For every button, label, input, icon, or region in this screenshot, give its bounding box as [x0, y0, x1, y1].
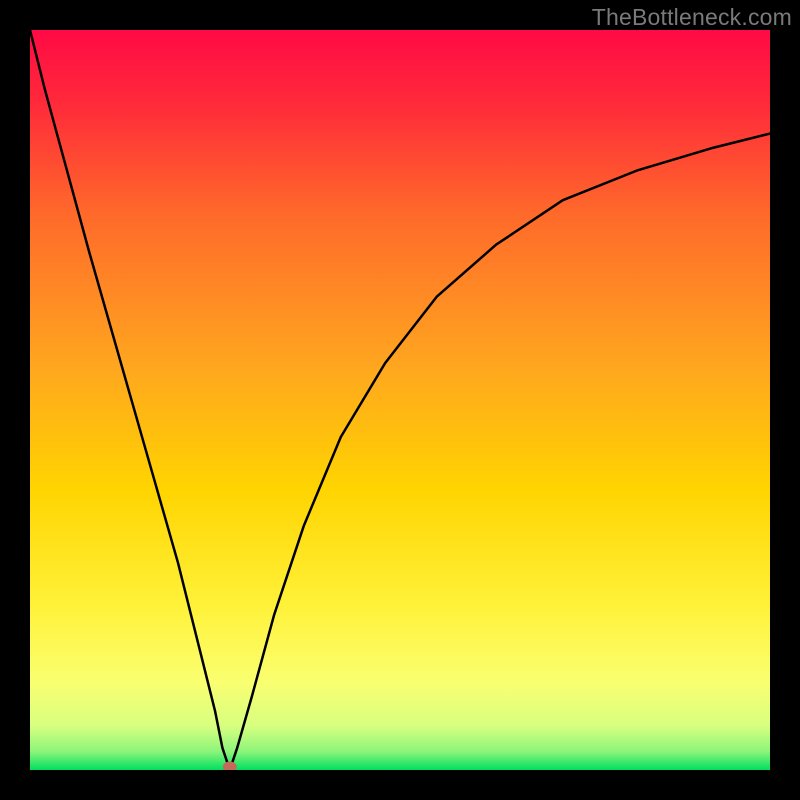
chart-svg [30, 30, 770, 770]
watermark-text: TheBottleneck.com [592, 4, 792, 31]
gradient-background [30, 30, 770, 770]
chart-frame: TheBottleneck.com [0, 0, 800, 800]
plot-area [30, 30, 770, 770]
